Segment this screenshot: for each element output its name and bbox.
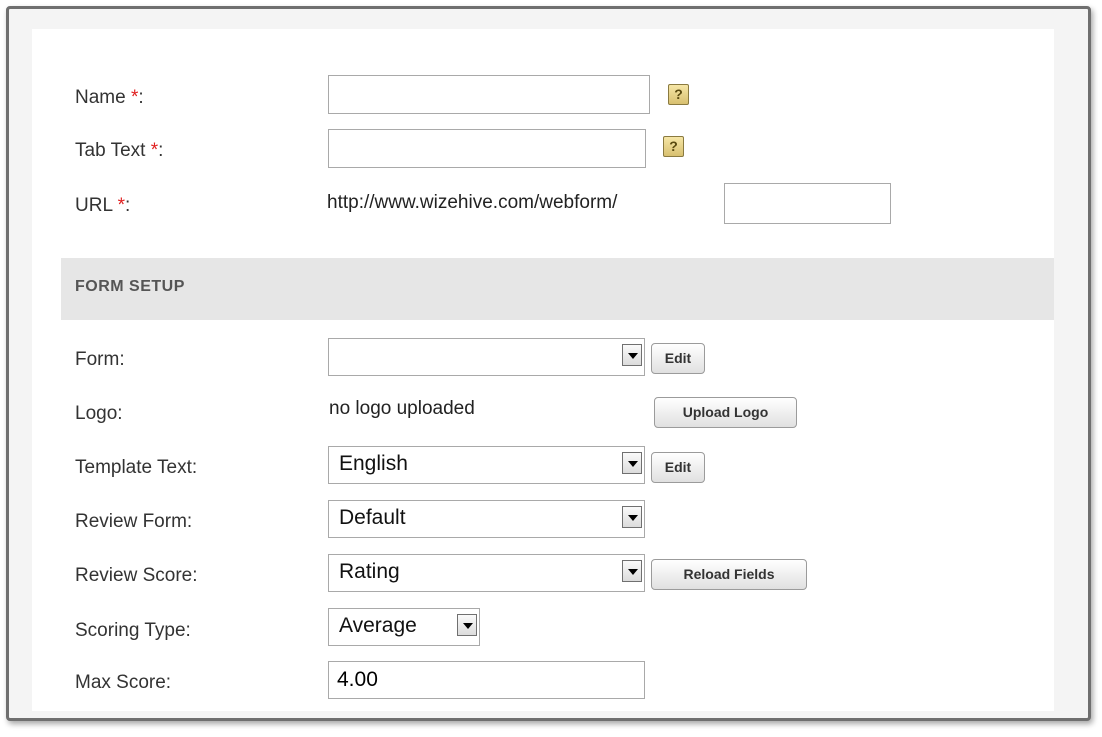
form-select[interactable] [328,338,645,376]
dialog-frame: Name *: ? Tab Text *: ? URL *: http://ww… [6,6,1091,721]
template-text-select-value: English [339,452,408,475]
reload-fields-button[interactable]: Reload Fields [651,559,807,590]
name-label-text: Name [75,87,131,108]
chevron-down-icon[interactable] [622,452,642,474]
review-form-select-value: Default [339,506,406,529]
upload-logo-button[interactable]: Upload Logo [654,397,797,428]
logo-status: no logo uploaded [329,398,475,419]
template-text-select[interactable]: English [328,446,645,484]
template-text-label: Template Text: [75,457,198,478]
url-prefix: http://www.wizehive.com/webform/ [327,192,618,213]
tab-text-label-colon: : [158,140,164,161]
name-input[interactable] [328,75,650,114]
review-score-label: Review Score: [75,565,198,586]
url-label-colon: : [125,195,131,216]
template-text-edit-button[interactable]: Edit [651,452,705,483]
name-label: Name *: [75,87,144,109]
scoring-type-select[interactable]: Average [328,608,480,646]
scoring-type-label: Scoring Type: [75,620,191,641]
review-score-select-value: Rating [339,560,400,583]
form-label: Form: [75,349,125,370]
review-form-select[interactable]: Default [328,500,645,538]
url-label: URL *: [75,195,130,217]
chevron-down-icon[interactable] [457,614,477,636]
chevron-down-icon[interactable] [622,344,642,366]
required-mark: * [117,195,125,216]
required-mark: * [150,140,159,161]
review-form-label: Review Form: [75,511,193,532]
form-edit-button[interactable]: Edit [651,343,705,374]
form-panel: Name *: ? Tab Text *: ? URL *: http://ww… [32,29,1054,711]
review-score-select[interactable]: Rating [328,554,645,592]
url-slug-input[interactable] [724,183,891,224]
logo-label: Logo: [75,403,123,424]
form-setup-section-header: FORM SETUP [61,258,1054,320]
chevron-down-icon[interactable] [622,506,642,528]
url-label-text: URL [75,195,118,216]
tab-text-help-icon[interactable]: ? [663,136,684,157]
name-label-colon: : [138,87,144,108]
tab-text-label: Tab Text *: [75,140,163,162]
max-score-label: Max Score: [75,672,172,693]
chevron-down-icon[interactable] [622,560,642,582]
section-title: FORM SETUP [75,278,185,295]
tab-text-label-text: Tab Text [75,140,151,161]
name-help-icon[interactable]: ? [668,84,689,105]
tab-text-input[interactable] [328,129,646,168]
max-score-input[interactable] [328,661,645,699]
scoring-type-select-value: Average [339,614,417,637]
